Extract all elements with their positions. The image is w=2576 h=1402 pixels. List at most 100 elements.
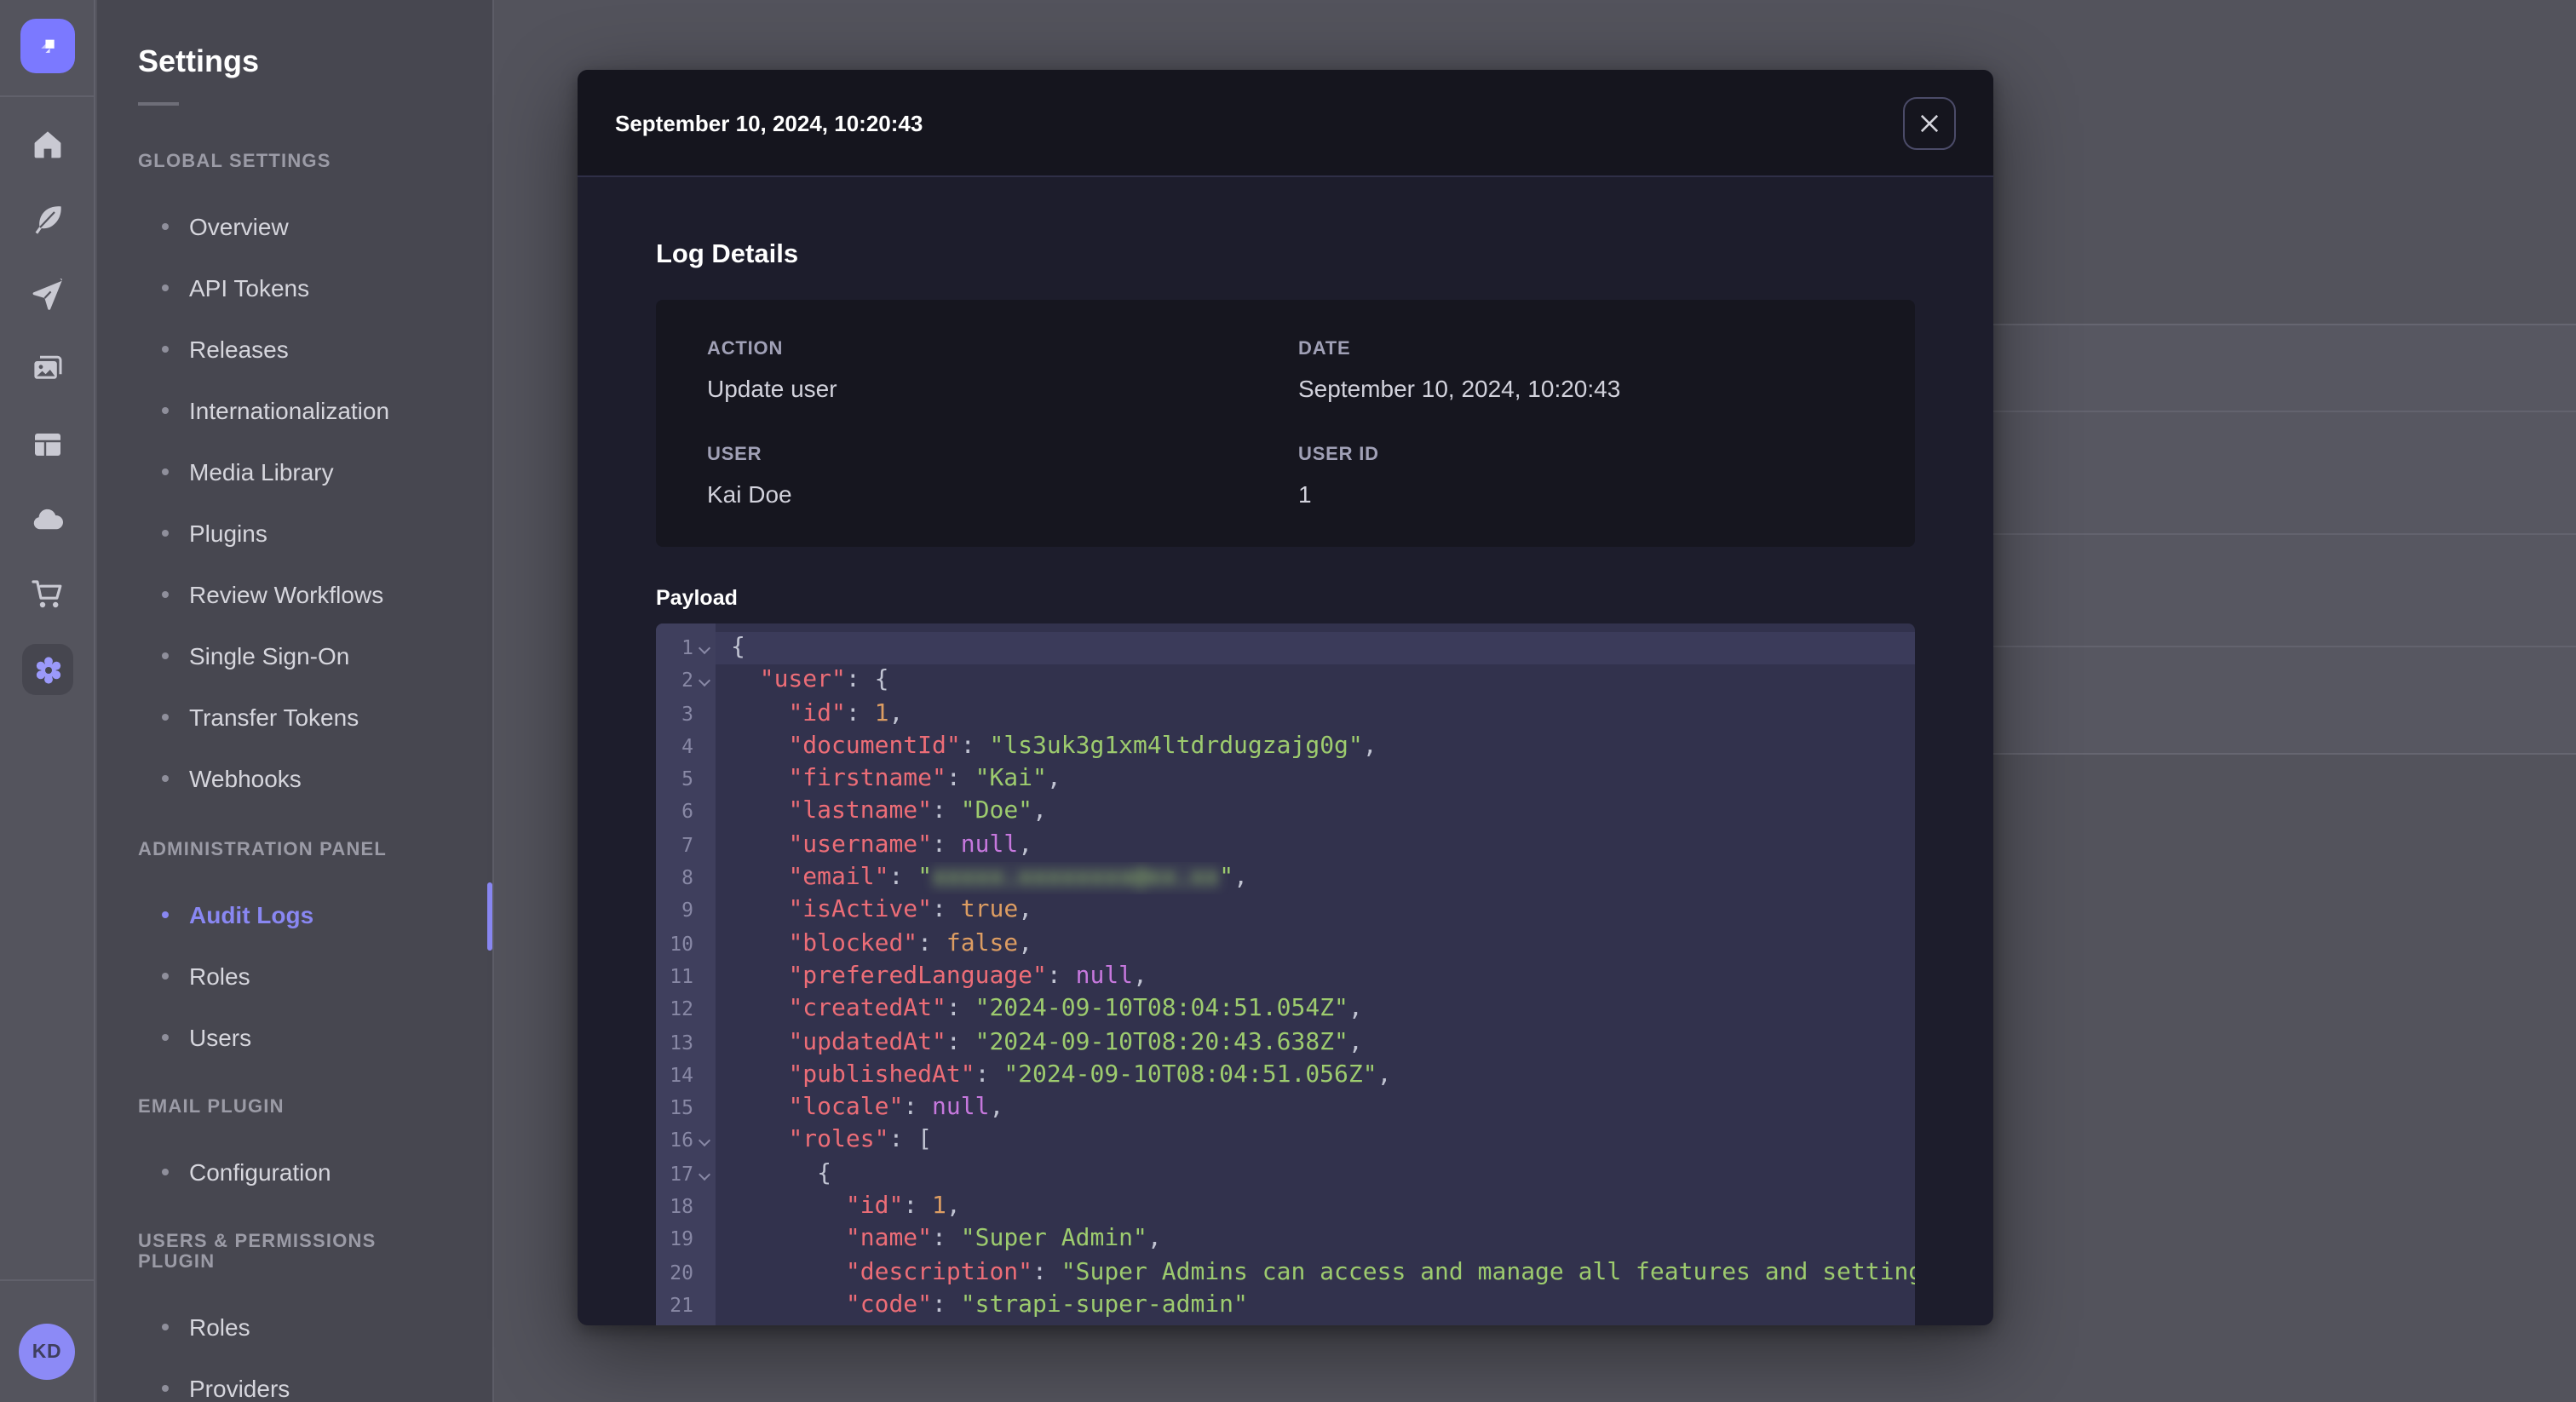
close-icon (1920, 113, 1939, 132)
bullet-icon (162, 407, 169, 414)
code-line-22: 22 } (656, 1322, 1915, 1325)
log-details-modal: September 10, 2024, 10:20:43 Log Details… (578, 70, 1993, 1325)
line-number: 14 (670, 1062, 693, 1087)
code-text: "preferedLanguage": null, (788, 962, 1147, 990)
settings-gear-active-tile[interactable] (22, 644, 73, 695)
bullet-icon (162, 1169, 169, 1175)
line-number: 7 (681, 832, 693, 857)
fold-chevron-icon[interactable] (699, 632, 716, 665)
modal-title: September 10, 2024, 10:20:43 (615, 110, 923, 135)
code-line-19: 19 "name": "Super Admin", (656, 1224, 1915, 1257)
settings-nav-item-review-workflows[interactable]: Review Workflows (138, 564, 451, 625)
cloud-icon[interactable] (31, 503, 65, 537)
page-title: Settings (138, 44, 260, 78)
gutter: 10 (656, 928, 716, 961)
line-number: 21 (670, 1292, 693, 1317)
title-divider (138, 102, 179, 106)
code-line-12: 12 "createdAt": "2024-09-10T08:04:51.054… (656, 994, 1915, 1027)
nav-item-label: Webhooks (189, 765, 302, 792)
settings-nav-item-roles[interactable]: Roles (138, 1296, 451, 1358)
bullet-icon (162, 911, 169, 918)
gutter: 9 (656, 895, 716, 928)
gutter: 21 (656, 1290, 716, 1323)
gutter: 3 (656, 698, 716, 731)
settings-nav-item-users[interactable]: Users (138, 1007, 451, 1068)
settings-nav-item-media-library[interactable]: Media Library (138, 441, 451, 503)
bullet-icon (162, 775, 169, 782)
settings-nav-item-audit-logs[interactable]: Audit Logs (138, 884, 451, 945)
nav-section-label-global-settings: GLOBAL SETTINGS (138, 152, 331, 172)
modal-body: Log Details ACTION Update user DATE Septemb… (578, 240, 1993, 1325)
detail-label: DATE (1298, 339, 1351, 359)
code-text: { (817, 1159, 832, 1187)
nav-item-label: Releases (189, 336, 289, 363)
bullet-icon (162, 652, 169, 659)
code-text: "isActive": true, (788, 896, 1033, 924)
settings-nav-item-configuration[interactable]: Configuration (138, 1141, 451, 1203)
payload-code-viewer[interactable]: 1{2 "user": {3 "id": 1, 4 "documentId": "… (656, 623, 1915, 1325)
settings-nav-item-transfer-tokens[interactable]: Transfer Tokens (138, 687, 451, 748)
settings-nav-item-overview[interactable]: Overview (138, 196, 451, 257)
detail-value: September 10, 2024, 10:20:43 (1298, 375, 1621, 402)
code-text: { (716, 632, 1915, 665)
feather-icon[interactable] (31, 203, 65, 237)
gutter: 18 (656, 1191, 716, 1224)
gutter: 11 (656, 961, 716, 994)
settings-nav-item-releases[interactable]: Releases (138, 319, 451, 380)
gutter: 17 (656, 1158, 716, 1192)
nav-item-label: Roles (189, 962, 250, 990)
cart-icon[interactable] (31, 577, 65, 612)
settings-nav-item-webhooks[interactable]: Webhooks (138, 748, 451, 809)
icon-rail: KD (0, 0, 95, 1402)
code-text: "blocked": false, (788, 929, 1033, 957)
settings-nav-item-api-tokens[interactable]: API Tokens (138, 257, 451, 319)
detail-label: USER ID (1298, 445, 1379, 465)
fold-chevron-icon[interactable] (699, 1125, 716, 1158)
code-text: "documentId": "ls3uk3g1xm4ltdrdugzajg0g"… (788, 732, 1377, 760)
payload-label: Payload (656, 586, 738, 610)
gutter: 6 (656, 796, 716, 830)
close-button[interactable] (1903, 96, 1956, 149)
settings-nav-item-roles[interactable]: Roles (138, 945, 451, 1007)
strapi-logo[interactable] (20, 19, 75, 73)
user-avatar[interactable]: KD (19, 1324, 75, 1380)
gutter: 5 (656, 763, 716, 796)
nav-item-label: Transfer Tokens (189, 704, 359, 731)
bullet-icon (162, 1324, 169, 1330)
settings-nav-item-plugins[interactable]: Plugins (138, 503, 451, 564)
code-line-10: 10 "blocked": false, (656, 928, 1915, 961)
code-text: "publishedAt": "2024-09-10T08:04:51.056Z… (788, 1060, 1392, 1089)
settings-nav-item-internationalization[interactable]: Internationalization (138, 380, 451, 441)
home-icon[interactable] (31, 128, 65, 162)
code-line-14: 14 "publishedAt": "2024-09-10T08:04:51.0… (656, 1060, 1915, 1093)
code-line-15: 15 "locale": null, (656, 1092, 1915, 1125)
code-text: } (716, 1322, 1915, 1325)
fold-chevron-icon[interactable] (699, 665, 716, 698)
settings-nav-item-providers[interactable]: Providers (138, 1358, 451, 1402)
paper-plane-icon[interactable] (31, 278, 65, 312)
fold-chevron-icon[interactable] (699, 1158, 716, 1192)
nav-section-label-users-permissions-plugin: USERS & PERMISSIONS PLUGIN (138, 1232, 377, 1273)
content-manager-icon[interactable] (31, 428, 65, 462)
section-title: Log Details (656, 240, 799, 269)
code-line-7: 7 "username": null, (656, 830, 1915, 863)
line-number: 15 (670, 1095, 693, 1120)
rail-divider-bottom (0, 1279, 94, 1281)
nav-item-label: Audit Logs (189, 901, 314, 928)
bullet-icon (162, 284, 169, 291)
log-details-card: ACTION Update user DATE September 10, 2024,… (656, 300, 1915, 547)
detail-action: ACTION Update user (707, 339, 1298, 402)
detail-user-id: USER ID 1 (1298, 445, 1864, 508)
media-library-icon[interactable] (31, 353, 65, 387)
nav-item-label: Review Workflows (189, 581, 384, 608)
line-number: 3 (681, 701, 693, 726)
code-text: "lastname": "Doe", (788, 797, 1047, 825)
code-line-1: 1{ (656, 632, 1915, 665)
settings-nav-item-single-sign-on[interactable]: Single Sign-On (138, 625, 451, 687)
